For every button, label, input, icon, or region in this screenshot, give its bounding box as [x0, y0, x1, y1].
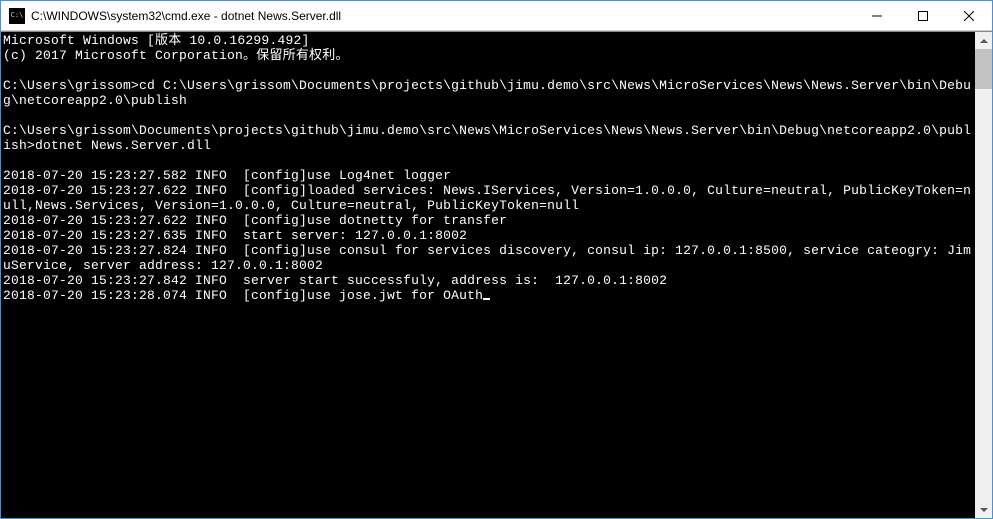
- terminal-output[interactable]: Microsoft Windows [版本 10.0.16299.492] (c…: [1, 32, 975, 518]
- vertical-scrollbar[interactable]: [975, 32, 992, 518]
- maximize-button[interactable]: [900, 1, 946, 30]
- titlebar[interactable]: C:\WINDOWS\system32\cmd.exe - dotnet New…: [1, 1, 992, 31]
- terminal-area: Microsoft Windows [版本 10.0.16299.492] (c…: [1, 31, 992, 518]
- scrollbar-thumb[interactable]: [975, 49, 992, 89]
- text-cursor: [483, 298, 490, 300]
- cmd-window: C:\WINDOWS\system32\cmd.exe - dotnet New…: [0, 0, 993, 519]
- scrollbar-track[interactable]: [975, 49, 992, 501]
- window-controls: [854, 1, 992, 30]
- close-button[interactable]: [946, 1, 992, 30]
- minimize-button[interactable]: [854, 1, 900, 30]
- scroll-down-button[interactable]: [975, 501, 992, 518]
- cmd-icon: [9, 8, 25, 24]
- window-title: C:\WINDOWS\system32\cmd.exe - dotnet New…: [31, 9, 854, 23]
- scroll-up-button[interactable]: [975, 32, 992, 49]
